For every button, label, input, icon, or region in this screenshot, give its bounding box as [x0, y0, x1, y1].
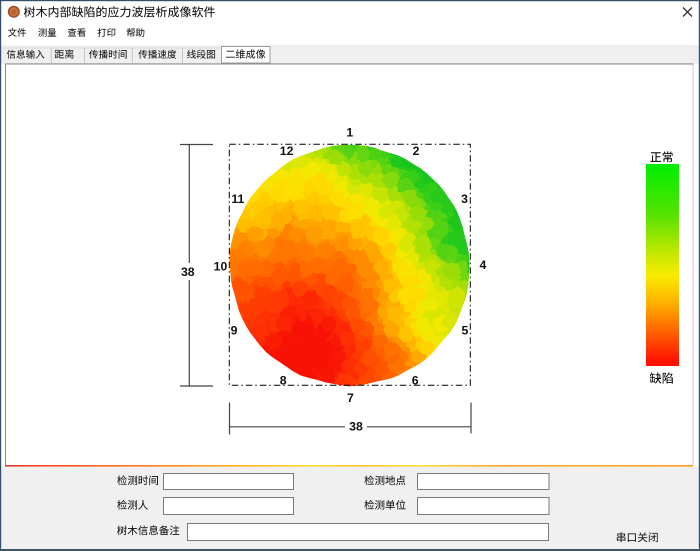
svg-text:12: 12	[280, 144, 294, 158]
svg-text:38: 38	[181, 265, 195, 279]
svg-text:11: 11	[231, 192, 244, 206]
svg-text:9: 9	[231, 324, 238, 338]
svg-text:3: 3	[461, 192, 468, 206]
svg-text:6: 6	[412, 373, 419, 387]
svg-text:5: 5	[461, 324, 468, 338]
svg-text:10: 10	[214, 260, 228, 274]
svg-text:8: 8	[280, 373, 287, 387]
svg-text:2: 2	[413, 144, 420, 158]
svg-text:38: 38	[349, 420, 363, 434]
svg-text:7: 7	[347, 391, 354, 405]
svg-text:1: 1	[346, 126, 353, 140]
svg-text:4: 4	[479, 258, 486, 272]
